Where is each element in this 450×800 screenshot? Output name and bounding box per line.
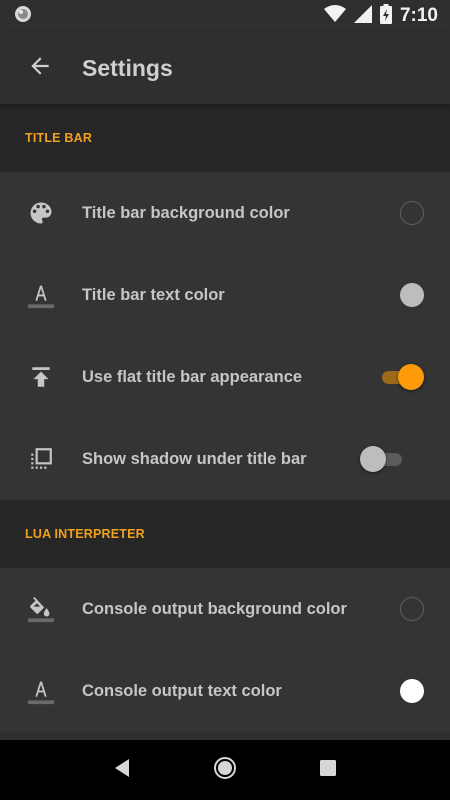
app-bar: Settings: [0, 32, 450, 104]
shadow-switch[interactable]: [360, 446, 406, 472]
section-lua-interpreter: Console output background color Console …: [0, 568, 450, 732]
upload-flat-icon: [26, 362, 56, 392]
nav-home-button[interactable]: [201, 746, 249, 794]
wifi-icon: [323, 4, 346, 28]
flat-title-bar-switch[interactable]: [378, 364, 424, 390]
setting-label: Console output background color: [82, 599, 347, 618]
select-square-icon: [26, 444, 56, 474]
setting-console-output-background-color[interactable]: Console output background color: [0, 568, 450, 650]
status-bar: 7:10: [0, 0, 450, 32]
switch-thumb: [398, 364, 424, 390]
setting-label: Console output text color: [82, 681, 282, 700]
setting-label: Use flat title bar appearance: [82, 367, 303, 386]
section-title-bar: Title bar background color Title bar tex…: [0, 172, 450, 500]
nav-home-icon: [213, 756, 237, 785]
setting-label: Show shadow under title bar: [82, 449, 307, 468]
switch-thumb: [360, 446, 386, 472]
color-swatch[interactable]: [400, 283, 424, 307]
nav-recents-icon: [319, 759, 337, 782]
back-button[interactable]: [12, 40, 68, 96]
setting-title-bar-text-color[interactable]: Title bar text color: [0, 254, 450, 336]
setting-label: Title bar text color: [82, 285, 225, 304]
status-time: 7:10: [399, 5, 438, 26]
battery-icon: [379, 3, 392, 29]
setting-show-shadow-under-title-bar[interactable]: Show shadow under title bar: [0, 418, 450, 500]
settings-list[interactable]: TITLE BAR Title bar background color Tit…: [0, 104, 450, 740]
system-nav-bar: [0, 740, 450, 800]
app-notification-icon: [14, 5, 32, 28]
section-header-title-bar: TITLE BAR: [0, 104, 450, 172]
setting-console-output-text-color[interactable]: Console output text color: [0, 650, 450, 732]
page-title: Settings: [82, 54, 173, 81]
text-color-icon: [26, 676, 56, 706]
arrow-back-icon: [27, 53, 53, 84]
setting-use-flat-title-bar[interactable]: Use flat title bar appearance: [0, 336, 450, 418]
nav-back-icon: [113, 758, 131, 783]
cell-signal-icon: [353, 4, 372, 28]
color-swatch[interactable]: [400, 597, 424, 621]
color-swatch[interactable]: [400, 201, 424, 225]
palette-icon: [26, 198, 56, 228]
text-color-icon: [26, 280, 56, 310]
nav-back-button[interactable]: [98, 746, 146, 794]
setting-title-bar-background-color[interactable]: Title bar background color: [0, 172, 450, 254]
nav-recents-button[interactable]: [304, 746, 352, 794]
section-header-lua-interpreter: LUA INTERPRETER: [0, 500, 450, 568]
fill-bucket-icon: [26, 594, 56, 624]
setting-label: Title bar background color: [82, 203, 290, 222]
color-swatch[interactable]: [400, 679, 424, 703]
